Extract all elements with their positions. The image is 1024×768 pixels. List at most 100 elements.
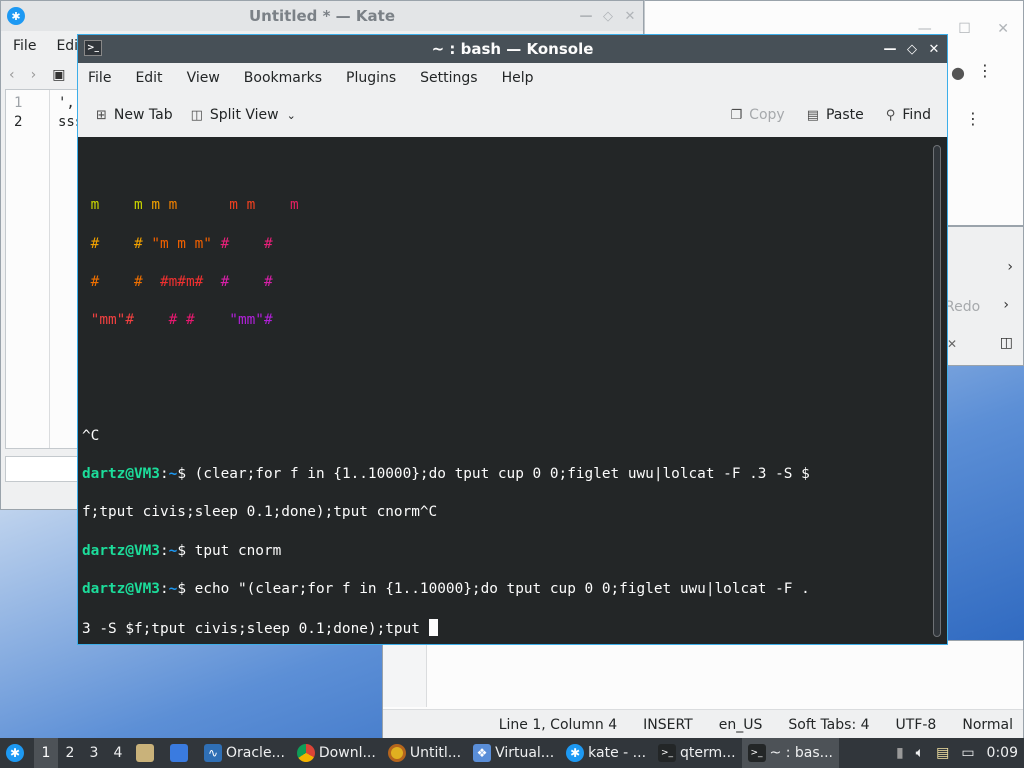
- menu-file[interactable]: File: [88, 70, 111, 86]
- desktop-3[interactable]: 3: [82, 745, 106, 761]
- menu-edit[interactable]: Edi: [56, 38, 78, 54]
- task-label: Virtual...: [495, 745, 555, 761]
- window-title: ~ : bash — Konsole: [431, 40, 594, 58]
- menu-settings[interactable]: Settings: [420, 70, 477, 86]
- taskbar: ✱ 1 2 3 4 ∿ Oracle... Downl... Untitl...…: [0, 738, 1024, 768]
- line-number-gutter: [383, 641, 427, 707]
- clock[interactable]: 0:09: [987, 745, 1018, 761]
- dictionary[interactable]: en_US: [719, 717, 763, 733]
- chevron-right-icon[interactable]: ›: [1007, 259, 1013, 275]
- paste-icon: ▤: [806, 107, 819, 123]
- command-line-3-wrap: 3 -S $f;tput civis;sleep 0.1;done);tput: [82, 618, 810, 639]
- line-number-current: 2: [14, 114, 23, 130]
- minimize-icon[interactable]: —: [575, 1, 597, 31]
- find-button[interactable]: ⚲ Find: [886, 107, 931, 123]
- line-number: 1: [14, 95, 23, 111]
- file-manager-launcher[interactable]: [130, 738, 164, 768]
- forward-icon[interactable]: ›: [31, 67, 37, 83]
- virtualbox-icon: ❖: [473, 744, 492, 762]
- split-view-icon: ◫: [190, 107, 203, 123]
- storage-icon[interactable]: ▮: [896, 745, 904, 761]
- maximize-icon[interactable]: ☐: [958, 21, 971, 37]
- window-title: Untitled * — Kate: [249, 7, 395, 25]
- paste-button[interactable]: ▤ Paste: [807, 107, 864, 123]
- konsole-menubar: File Edit View Bookmarks Plugins Setting…: [78, 63, 947, 93]
- find-label: Find: [902, 107, 931, 123]
- task-oracle[interactable]: ∿ Oracle...: [198, 738, 291, 768]
- new-tab-label: New Tab: [113, 107, 173, 123]
- command-line-3: dartz@VM3:~$ echo "(clear;for f in {1..1…: [82, 581, 810, 598]
- redo-label[interactable]: Redo: [945, 299, 980, 315]
- menu-help[interactable]: Help: [502, 70, 534, 86]
- copy-button[interactable]: ❐ Copy: [731, 107, 785, 123]
- konsole-icon: >_: [747, 744, 766, 762]
- desktop-icon: [170, 744, 188, 762]
- close-tab-icon[interactable]: ✕: [947, 337, 957, 351]
- maximize-icon[interactable]: ◇: [901, 35, 923, 63]
- terminal-output: m m m m m m m # # "m m m" # # # # #m#m# …: [82, 177, 810, 644]
- desktop-1[interactable]: 1: [34, 738, 58, 768]
- task-label: qterm...: [680, 745, 736, 761]
- split-view-label: Split View: [209, 107, 279, 123]
- application-launcher[interactable]: ✱: [0, 738, 34, 768]
- kate-editor-window-2[interactable]: Line 1, Column 4 INSERT en_US Soft Tabs:…: [382, 640, 1024, 740]
- document-icon[interactable]: ▣: [52, 67, 65, 83]
- chrome-icon: [296, 744, 315, 762]
- menu-view[interactable]: View: [187, 70, 220, 86]
- task-konsole[interactable]: >_ ~ : bas...: [741, 738, 839, 768]
- sidebar-icon[interactable]: ◫: [1000, 335, 1013, 351]
- konsole-titlebar[interactable]: >_ ~ : bash — Konsole — ◇ ✕: [78, 35, 947, 63]
- kate-titlebar[interactable]: ✱ Untitled * — Kate — ◇ ✕: [1, 1, 643, 31]
- indentation[interactable]: Soft Tabs: 4: [788, 717, 869, 733]
- more-vertical-icon-2[interactable]: ⋮: [965, 109, 981, 128]
- more-vertical-icon[interactable]: ⋮: [977, 61, 993, 80]
- split-view-button[interactable]: ◫ Split View ⌄: [191, 107, 296, 123]
- volume-icon[interactable]: 🔈︎: [916, 745, 924, 761]
- chevron-right-icon-2[interactable]: ›: [1003, 297, 1009, 313]
- close-icon[interactable]: ✕: [997, 21, 1009, 37]
- task-qterminal[interactable]: >_ qterm...: [652, 738, 742, 768]
- app-launcher-icon: ✱: [6, 744, 24, 762]
- input-mode[interactable]: INSERT: [643, 717, 693, 733]
- menu-bookmarks[interactable]: Bookmarks: [244, 70, 322, 86]
- konsole-window[interactable]: >_ ~ : bash — Konsole — ◇ ✕ File Edit Vi…: [77, 34, 948, 645]
- maximize-icon[interactable]: ◇: [597, 1, 619, 31]
- encoding[interactable]: UTF-8: [896, 717, 937, 733]
- network-icon[interactable]: ▭: [961, 745, 974, 761]
- background-window-2[interactable]: › Redo › ✕ ◫: [942, 226, 1024, 366]
- task-kate[interactable]: ✱ kate - ...: [560, 738, 652, 768]
- command-line-1-wrap: f;tput civis;sleep 0.1;done);tput cnorm^…: [82, 504, 438, 521]
- menu-file[interactable]: File: [13, 38, 36, 54]
- figlet-line: # # #m#m# # #: [82, 274, 273, 291]
- new-tab-button[interactable]: ⊞ New Tab: [96, 107, 173, 123]
- minimize-icon[interactable]: —: [879, 35, 901, 63]
- task-virtual[interactable]: ❖ Virtual...: [467, 738, 560, 768]
- account-icon[interactable]: ●: [951, 63, 965, 82]
- syntax-mode[interactable]: Normal: [962, 717, 1013, 733]
- chevron-down-icon: ⌄: [286, 108, 296, 122]
- task-downloads[interactable]: Downl...: [291, 738, 382, 768]
- clipboard-icon[interactable]: ▤: [936, 745, 949, 761]
- terminal-scrollbar[interactable]: [933, 145, 941, 637]
- close-icon[interactable]: ✕: [923, 35, 945, 63]
- desktop-4[interactable]: 4: [106, 745, 130, 761]
- task-label: Untitl...: [409, 745, 462, 761]
- close-icon[interactable]: ✕: [619, 1, 641, 31]
- folder-icon: [136, 744, 154, 762]
- task-label: Downl...: [318, 745, 376, 761]
- menu-plugins[interactable]: Plugins: [346, 70, 396, 86]
- desktop-2[interactable]: 2: [58, 745, 82, 761]
- konsole-toolbar: ⊞ New Tab ◫ Split View ⌄ ❐ Copy ▤ Paste …: [78, 97, 947, 133]
- back-icon[interactable]: ‹: [9, 67, 15, 83]
- show-desktop-launcher[interactable]: [164, 738, 198, 768]
- status-bar: Line 1, Column 4 INSERT en_US Soft Tabs:…: [383, 709, 1023, 739]
- konsole-app-icon: >_: [84, 40, 102, 56]
- copy-label: Copy: [749, 107, 785, 123]
- menu-edit[interactable]: Edit: [135, 70, 162, 86]
- task-untitled[interactable]: Untitl...: [382, 738, 467, 768]
- kate-app-icon: ✱: [7, 7, 25, 25]
- cursor-position[interactable]: Line 1, Column 4: [499, 717, 617, 733]
- paste-label: Paste: [825, 107, 864, 123]
- interrupt-text: ^C: [82, 427, 100, 444]
- terminal-area[interactable]: m m m m m m m # # "m m m" # # # # #m#m# …: [78, 137, 947, 644]
